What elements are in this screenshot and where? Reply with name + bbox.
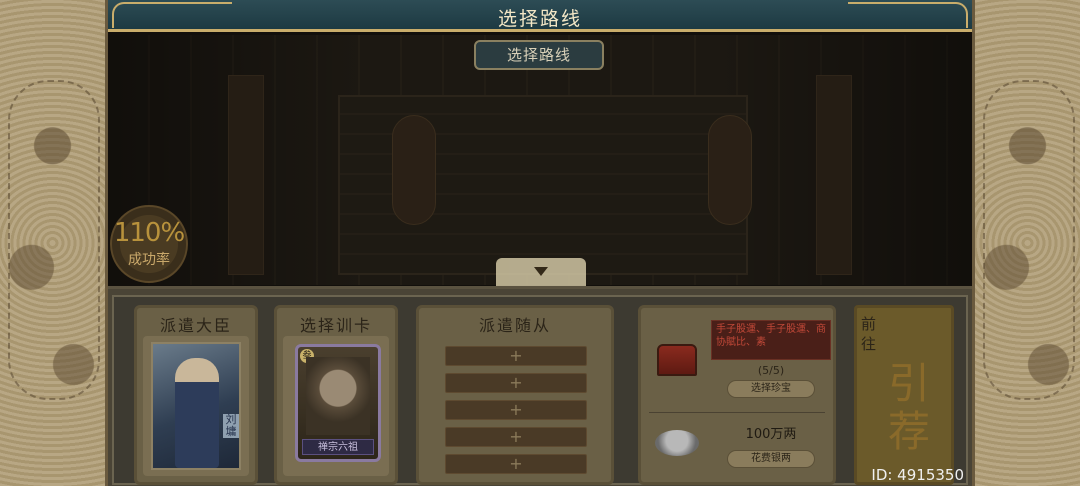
pillar (228, 75, 264, 275)
followers-panel: 派遣随从 + + + + + (416, 305, 614, 485)
collapse-toggle-tab[interactable] (496, 258, 586, 286)
right-dragon-panel (972, 0, 1080, 486)
followers-panel-title: 派遣随从 (478, 316, 551, 335)
minister-name: 刘墉 (223, 414, 239, 438)
add-follower-slot[interactable]: + (445, 454, 587, 474)
minister-figure (175, 358, 219, 468)
game-screen: 选择路线 选择路线 110% 成功率 派遣大臣 刘墉 选择训卡 叁 禅宗六祖 派… (0, 0, 1080, 486)
training-panel-title: 选择训卡 (299, 316, 372, 335)
dispatch-panel-inner: 派遣大臣 刘墉 选择训卡 叁 禅宗六祖 派遣随从 + + + + + 手子股運、… (112, 295, 968, 485)
success-rate-value: 110% (113, 218, 185, 248)
title-bar: 选择路线 (108, 0, 972, 32)
page-title: 选择路线 (497, 8, 582, 30)
lantern (392, 115, 436, 225)
minister-portrait[interactable]: 刘墉 (151, 342, 241, 470)
divider (649, 412, 825, 413)
route-subtitle: 选择路线 (474, 40, 604, 70)
add-follower-slot[interactable]: + (445, 373, 587, 393)
dragon-ornament (983, 80, 1075, 400)
pillar (816, 75, 852, 275)
treasure-count: (5/5) (757, 364, 785, 377)
training-slot: 叁 禅宗六祖 (283, 336, 389, 476)
treasure-chest-icon (657, 344, 697, 376)
treasure-panel: 手子股運、手子股運、商协賦比、素 (5/5) 选择珍宝 100万两 花费银两 (638, 305, 836, 485)
main-frame: 选择路线 选择路线 110% 成功率 派遣大臣 刘墉 选择训卡 叁 禅宗六祖 派… (108, 0, 972, 486)
success-rate-badge: 110% 成功率 (110, 205, 188, 283)
go-label: 前往 (861, 315, 877, 353)
minister-panel-title: 派遣大臣 (159, 316, 232, 335)
silver-ingot-icon (655, 430, 699, 456)
dispatch-panel: 派遣大臣 刘墉 选择训卡 叁 禅宗六祖 派遣随从 + + + + + 手子股運、… (108, 286, 972, 486)
training-card[interactable]: 叁 禅宗六祖 (295, 344, 381, 462)
success-rate-label: 成功率 (128, 252, 170, 268)
lantern (708, 115, 752, 225)
recommend-label: 引荐 (887, 359, 930, 456)
go-recommend-button[interactable]: 前往 引荐 (854, 305, 954, 485)
dragon-ornament (8, 80, 100, 400)
minister-slot: 刘墉 (143, 336, 249, 476)
add-follower-slot[interactable]: + (445, 346, 587, 366)
spend-silver-button[interactable]: 花费银两 (727, 450, 815, 468)
card-portrait (306, 357, 370, 435)
left-dragon-panel (0, 0, 108, 486)
add-follower-slot[interactable]: + (445, 400, 587, 420)
card-name: 禅宗六祖 (302, 439, 374, 455)
training-panel[interactable]: 选择训卡 叁 禅宗六祖 (274, 305, 398, 485)
silver-amount: 100万两 (745, 427, 797, 442)
select-treasure-button[interactable]: 选择珍宝 (727, 380, 815, 398)
chevron-down-icon (534, 267, 548, 276)
add-follower-slot[interactable]: + (445, 427, 587, 447)
treasure-tags: 手子股運、手子股運、商协賦比、素 (711, 320, 831, 360)
scene-background (108, 35, 972, 285)
player-id: ID: 4915350 (871, 466, 964, 484)
minister-panel[interactable]: 派遣大臣 刘墉 (134, 305, 258, 485)
